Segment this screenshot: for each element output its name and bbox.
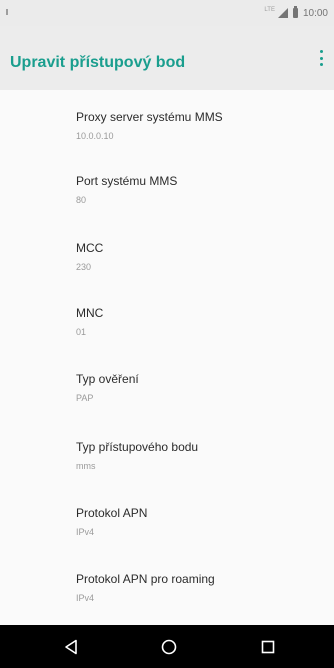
battery-icon xyxy=(292,6,298,18)
notification-dot-icon xyxy=(6,9,8,15)
setting-mms-proxy[interactable]: Proxy server systému MMS 10.0.0.10 xyxy=(76,110,316,142)
setting-label: MCC xyxy=(76,241,104,255)
navigation-bar xyxy=(0,625,334,668)
setting-value: PAP xyxy=(76,393,94,403)
setting-label: Port systému MMS xyxy=(76,174,178,188)
setting-apn-protocol[interactable]: Protokol APN IPv4 xyxy=(76,506,316,538)
setting-mcc[interactable]: MCC 230 xyxy=(76,241,316,273)
back-button[interactable] xyxy=(41,625,101,668)
setting-value: IPv4 xyxy=(76,527,95,537)
setting-value: 230 xyxy=(76,262,92,272)
setting-value: 10.0.0.10 xyxy=(76,131,114,141)
app-bar: Upravit přístupový bod xyxy=(0,26,334,90)
setting-auth-type[interactable]: Typ ověření PAP xyxy=(76,372,316,404)
setting-value: mms xyxy=(76,461,96,471)
setting-label: Proxy server systému MMS xyxy=(76,110,223,124)
setting-label: Typ přístupového bodu xyxy=(76,440,199,454)
setting-label: MNC xyxy=(76,306,104,320)
recents-button[interactable] xyxy=(238,625,298,668)
setting-apn-roaming-protocol[interactable]: Protokol APN pro roaming IPv4 xyxy=(76,572,316,604)
setting-apn-type[interactable]: Typ přístupového bodu mms xyxy=(76,440,316,472)
more-vert-icon[interactable] xyxy=(320,50,324,66)
home-circle-icon xyxy=(161,639,177,654)
status-bar: LTE 10:00 xyxy=(0,0,334,26)
network-type: LTE xyxy=(264,7,275,13)
home-button[interactable] xyxy=(139,625,199,668)
signal-icon xyxy=(277,8,288,18)
setting-value: 80 xyxy=(76,195,87,205)
setting-label: Protokol APN xyxy=(76,506,148,520)
setting-value: 01 xyxy=(76,327,87,337)
clock: 10:00 xyxy=(302,7,328,19)
setting-mnc[interactable]: MNC 01 xyxy=(76,306,316,338)
back-triangle-icon xyxy=(65,639,77,654)
setting-mms-port[interactable]: Port systému MMS 80 xyxy=(76,174,316,206)
setting-value: IPv4 xyxy=(76,593,95,603)
setting-label: Protokol APN pro roaming xyxy=(76,572,215,586)
settings-list: Proxy server systému MMS 10.0.0.10 Port … xyxy=(0,90,334,625)
setting-label: Typ ověření xyxy=(76,372,139,386)
status-icons: LTE 10:00 xyxy=(264,6,328,20)
page-title: Upravit přístupový bod xyxy=(10,54,186,71)
recents-square-icon xyxy=(261,640,275,653)
